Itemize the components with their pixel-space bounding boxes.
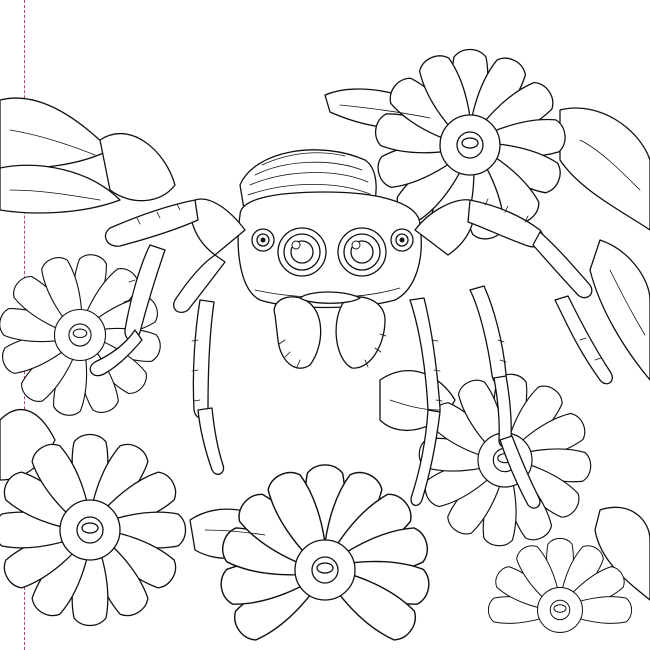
spider-leg-right-front (414, 199, 593, 299)
spider-eye-right-main (337, 227, 387, 277)
spider-eye-right-outer (390, 228, 414, 252)
spider-pedipalps (273, 291, 387, 369)
line-art-illustration (0, 48, 650, 648)
spider-leg-left-back (192, 299, 225, 475)
daisy-flower-bottom-center (217, 464, 433, 648)
spider-eye-left-main (277, 227, 327, 277)
spider-eye-left-outer (251, 228, 275, 252)
coloring-page (0, 0, 650, 650)
